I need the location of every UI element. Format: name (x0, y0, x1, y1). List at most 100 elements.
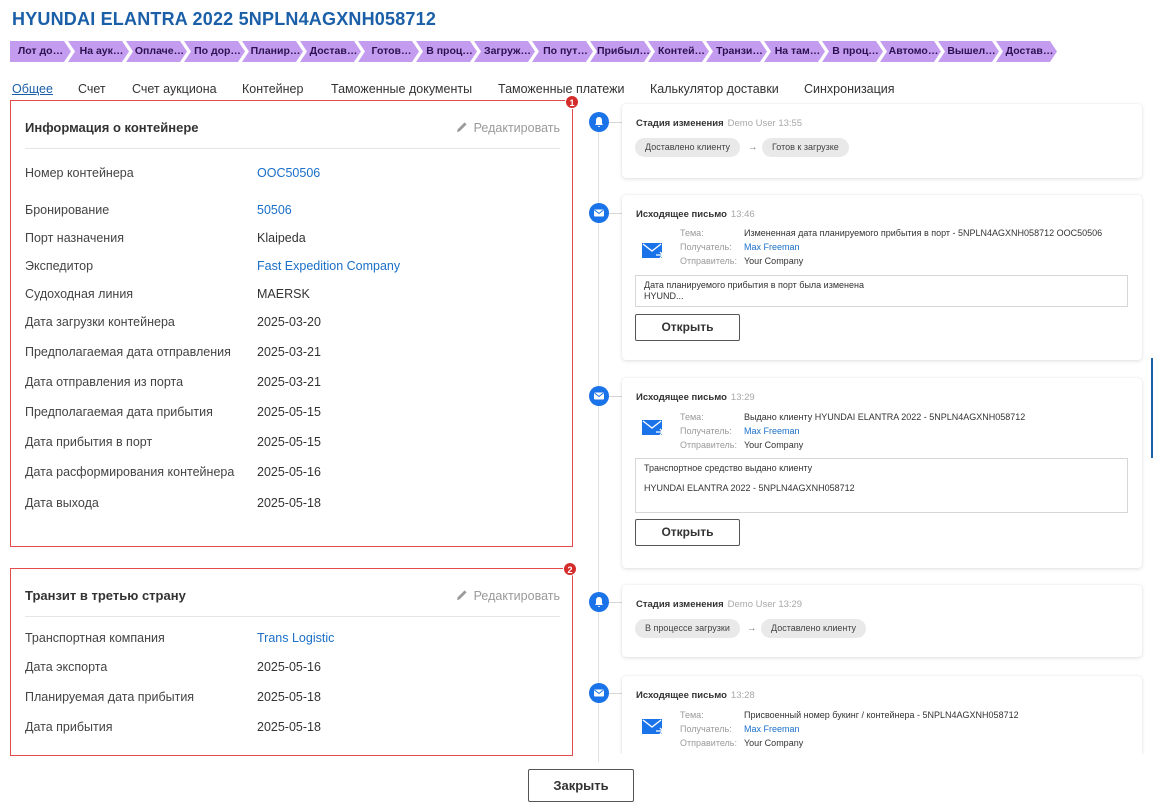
email-preview: Транспортное средство выдано клиенту HYU… (635, 458, 1128, 513)
stage-step[interactable]: По пут… (532, 41, 593, 62)
stage-step[interactable]: Вышел… (938, 41, 999, 62)
recipient-link[interactable]: Max Freeman (744, 724, 800, 734)
stage-step[interactable]: Планир… (242, 41, 303, 62)
recipient-link[interactable]: Max Freeman (744, 242, 800, 252)
tab-general[interactable]: Общее (12, 82, 53, 96)
field-value: Присвоенный номер букинг / контейнера - … (744, 710, 1019, 720)
stage-step[interactable]: Контей… (648, 41, 709, 62)
event-header: Исходящее письмо 13:29 (636, 392, 755, 403)
field-label: Предполагаемая дата отправления (25, 345, 231, 359)
stage-step[interactable]: Транзи… (706, 41, 767, 62)
event-meta: 13:28 (730, 690, 755, 701)
tab-container[interactable]: Контейнер (242, 82, 303, 96)
page-title: HYUNDAI ELANTRA 2022 5NPLN4AGXNH058712 (12, 9, 437, 29)
timeline-connector (609, 602, 622, 603)
field-value: Измененная дата планируемого прибытия в … (744, 228, 1103, 238)
tab-sync[interactable]: Синхронизация (804, 82, 895, 96)
open-email-button[interactable]: Открыть (635, 519, 740, 546)
field-label: Предполагаемая дата прибытия (25, 405, 213, 419)
field-label: Транспортная компания (25, 631, 165, 645)
bell-icon (589, 592, 609, 612)
event-type: Исходящее письмо (636, 392, 727, 403)
bell-icon (589, 112, 609, 132)
field-value: Выдано клиенту HYUNDAI ELANTRA 2022 - 5N… (744, 412, 1026, 422)
stage-step[interactable]: Достав… (300, 41, 361, 62)
tab-auction-invoice[interactable]: Счет аукциона (132, 82, 217, 96)
event-type: Стадия изменения (636, 599, 724, 610)
transport-company-link[interactable]: Trans Logistic (257, 631, 557, 645)
envelope-icon (642, 719, 664, 735)
stage-step[interactable]: Достав… (996, 41, 1057, 62)
field-key: Отправитель: (680, 738, 737, 748)
pencil-icon (456, 122, 467, 132)
field-key: Получатель: (680, 242, 732, 252)
stage-step[interactable]: На там… (764, 41, 825, 62)
field-value: Klaipeda (257, 231, 306, 245)
tab-delivery-calculator[interactable]: Калькулятор доставки (650, 82, 779, 96)
annotation-badge: 2 (563, 562, 577, 576)
stage-step[interactable]: В проц… (416, 41, 477, 62)
card-title: Транзит в третью страну (25, 588, 186, 603)
close-button[interactable]: Закрыть (528, 769, 634, 802)
stage-step[interactable]: В проц… (822, 41, 883, 62)
stage-step[interactable]: Лот до… (10, 41, 71, 62)
field-value: 2025-05-18 (257, 720, 321, 734)
event-type: Исходящее письмо (636, 209, 727, 220)
event-type: Исходящее письмо (636, 690, 727, 701)
booking-link[interactable]: 50506 (257, 203, 557, 217)
card-header: Транзит в третью страну Редактировать (25, 587, 560, 617)
timeline-connector (609, 693, 622, 694)
timeline-event-email: Исходящее письмо 13:28 Тема: Присвоенный н… (622, 676, 1142, 754)
pencil-icon (456, 590, 467, 600)
field-label: Дата прибытия в порт (25, 435, 153, 449)
stage-step[interactable]: На аук… (68, 41, 129, 62)
tab-customs-payments[interactable]: Таможенные платежи (498, 82, 624, 96)
tab-customs-documents[interactable]: Таможенные документы (331, 82, 472, 96)
envelope-icon (642, 243, 664, 259)
card-title: Информация о контейнере (25, 120, 199, 135)
container-number-link[interactable]: OOC50506 (257, 166, 557, 180)
field-value: 2025-03-20 (257, 315, 321, 329)
field-value: 2025-05-18 (257, 690, 321, 704)
field-key: Тема: (680, 228, 704, 238)
field-label: Дата отправления из порта (25, 375, 184, 389)
mail-icon (589, 203, 609, 223)
field-key: Тема: (680, 710, 704, 720)
stage-step[interactable]: Готов… (358, 41, 419, 62)
field-label: Дата загрузки контейнера (25, 315, 175, 329)
transit-card: Транзит в третью страну Редактировать Тр… (10, 568, 573, 756)
stage-step[interactable]: Оплаче… (126, 41, 187, 62)
event-type: Стадия изменения (636, 118, 724, 129)
event-meta: 13:29 (730, 392, 755, 403)
field-label: Планируемая дата прибытия (25, 690, 195, 704)
field-value: 2025-05-16 (257, 465, 321, 479)
stage-step[interactable]: Автомо… (880, 41, 941, 62)
edit-button[interactable]: Редактировать (456, 589, 560, 603)
preview-line: HYUNDAI ELANTRA 2022 - 5NPLN4AGXNH058712 (644, 483, 855, 493)
field-key: Получатель: (680, 426, 732, 436)
field-label: Бронирование (25, 203, 110, 217)
field-label: Дата расформирования контейнера (25, 465, 235, 479)
timeline-event-email: Исходящее письмо 13:46 Тема: Измененная да… (622, 195, 1142, 360)
forwarder-link[interactable]: Fast Expedition Company (257, 259, 557, 273)
field-value: 2025-05-15 (257, 405, 321, 419)
edit-label: Редактировать (473, 121, 560, 135)
field-key: Получатель: (680, 724, 732, 734)
field-value: 2025-05-16 (257, 660, 321, 674)
open-email-button[interactable]: Открыть (635, 314, 740, 341)
preview-line: Дата планируемого прибытия в порт была и… (644, 280, 864, 290)
field-label: Номер контейнера (25, 166, 134, 180)
edit-button[interactable]: Редактировать (456, 121, 560, 135)
stage-step[interactable]: По дор… (184, 41, 245, 62)
card-header: Информация о контейнере Редактировать (25, 119, 560, 149)
field-label: Порт назначения (25, 231, 124, 245)
scrollbar-thumb[interactable] (1151, 358, 1153, 458)
field-label: Экспедитор (25, 259, 94, 273)
timeline-event-stage-change: Стадия изменения Demo User 13:55 Доставле… (622, 104, 1142, 178)
stage-step[interactable]: Загруж… (474, 41, 535, 62)
tab-invoice[interactable]: Счет (78, 82, 106, 96)
timeline-event-stage-change: Стадия изменения Demo User 13:29 В процес… (622, 585, 1142, 657)
stage-step[interactable]: Прибыл… (590, 41, 651, 62)
event-meta: 13:46 (730, 209, 755, 220)
recipient-link[interactable]: Max Freeman (744, 426, 800, 436)
